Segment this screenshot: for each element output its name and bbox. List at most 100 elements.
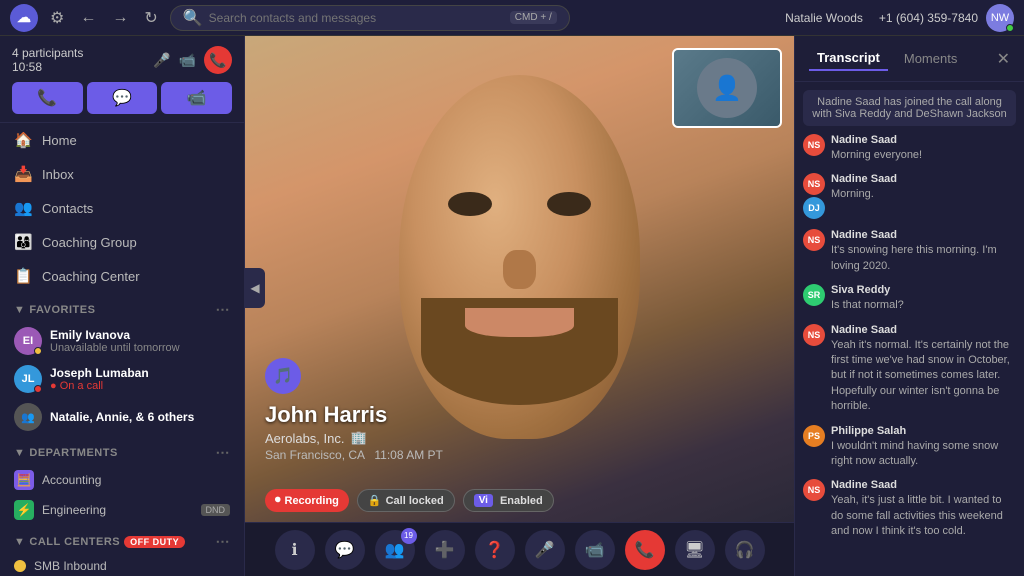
tab-moments[interactable]: Moments <box>896 47 965 70</box>
camera-button[interactable]: 📹 <box>575 530 615 570</box>
nav-contacts-label: Contacts <box>42 201 93 216</box>
participants-badge: 19 <box>401 528 417 544</box>
contacts-icon: 👥 <box>14 199 32 217</box>
msg-content-2: Nadine Saad Morning. <box>831 173 1016 202</box>
avatar[interactable]: NW <box>986 4 1014 32</box>
headset-button[interactable]: 🎧 <box>725 530 765 570</box>
favorite-group[interactable]: 👥 Natalie, Annie, & 6 others <box>0 398 244 436</box>
sidebar-item-home[interactable]: 🏠 Home <box>0 123 244 157</box>
msg-name-3: Nadine Saad <box>831 229 1016 241</box>
sidebar-item-inbox[interactable]: 📥 Inbox <box>0 157 244 191</box>
vi-badge: Vi <box>474 494 493 507</box>
chat-button[interactable]: 💬 <box>325 530 365 570</box>
callcenters-triangle: ▼ <box>14 536 25 548</box>
group-avatar: 👥 <box>14 403 42 431</box>
video-area: 👤 🎵 John Harris Aerolabs, Inc. 🏢 San Fra… <box>245 36 794 576</box>
favorite-joseph[interactable]: JL Joseph Lumaban ● On a call <box>0 360 244 398</box>
user-phone: +1 (604) 359-7840 <box>879 11 978 25</box>
msg-name-6: Philippe Salah <box>831 425 1016 437</box>
video-button[interactable]: 📹 <box>161 82 232 114</box>
close-transcript-button[interactable]: ✕ <box>997 49 1010 69</box>
sidebar-item-coaching-group[interactable]: 👨‍👩‍👦 Coaching Group <box>0 225 244 259</box>
msg-avatar-2b: DJ <box>803 197 825 219</box>
call-timer: 10:58 <box>12 60 83 74</box>
transcript-message-2: NS DJ Nadine Saad Morning. <box>803 173 1016 219</box>
transcript-message-1: NS Nadine Saad Morning everyone! <box>803 134 1016 163</box>
joseph-status-dot <box>34 385 42 393</box>
msg-content-6: Philippe Salah I wouldn't mind having so… <box>831 425 1016 470</box>
call-locked-pill[interactable]: 🔒 Call locked <box>357 489 455 512</box>
msg-avatar-group-2: NS DJ <box>803 173 825 219</box>
msg-text-1: Morning everyone! <box>831 148 1016 163</box>
transcript-message-4: SR Siva Reddy Is that normal? <box>803 284 1016 313</box>
callcenters-section-header: ▼ Call Centers OFF DUTY ⋯ <box>0 525 244 554</box>
screenshare-button[interactable]: 🖥 <box>675 530 715 570</box>
sidebar-item-contacts[interactable]: 👥 Contacts <box>0 191 244 225</box>
cc-smb[interactable]: SMB Inbound <box>0 554 244 576</box>
app-logo: ☁ <box>10 4 38 32</box>
help-button[interactable]: ❓ <box>475 530 515 570</box>
recording-pill[interactable]: ⏺ Recording <box>265 489 349 512</box>
search-input[interactable] <box>209 11 504 25</box>
msg-avatar-3: NS <box>803 229 825 251</box>
participants-count: 4 participants <box>12 46 83 60</box>
right-eye <box>547 192 591 216</box>
thumbnail-bg: 👤 <box>674 50 780 126</box>
collapse-sidebar-button[interactable]: ◀ <box>245 268 265 308</box>
thumbnail-video: 👤 <box>672 48 782 128</box>
dept-accounting[interactable]: 🧮 Accounting <box>0 465 244 495</box>
forward-icon[interactable]: → <box>108 5 132 31</box>
tab-transcript[interactable]: Transcript <box>809 46 888 71</box>
settings-icon[interactable]: ⚙ <box>46 4 68 32</box>
message-button[interactable]: 💬 <box>87 82 158 114</box>
departments-title: Departments <box>29 447 117 459</box>
group-info: Natalie, Annie, & 6 others <box>50 410 230 424</box>
mute-icon[interactable]: 🎤 <box>153 52 170 69</box>
smb-label: SMB Inbound <box>34 559 230 573</box>
favorites-menu-icon[interactable]: ⋯ <box>216 301 231 318</box>
call-controls: 🎤 📹 📞 <box>153 46 232 74</box>
sidebar-item-coaching-center[interactable]: 📋 Coaching Center <box>0 259 244 293</box>
video-icon[interactable]: 📹 <box>179 52 196 69</box>
add-person-button[interactable]: ➕ <box>425 530 465 570</box>
departments-section-header: ▼ Departments ⋯ <box>0 436 244 465</box>
nav-inbox-label: Inbox <box>42 167 74 182</box>
joseph-status: ● On a call <box>50 380 230 392</box>
inbox-icon: 📥 <box>14 165 32 183</box>
caller-name: John Harris <box>265 402 443 428</box>
callcenters-menu-icon[interactable]: ⋯ <box>216 533 231 550</box>
dept-engineering[interactable]: ⚡ Engineering DND <box>0 495 244 525</box>
transcript-message-3: NS Nadine Saad It's snowing here this mo… <box>803 229 1016 274</box>
joseph-name: Joseph Lumaban <box>50 366 230 380</box>
msg-text-4: Is that normal? <box>831 298 1016 313</box>
msg-content-7: Nadine Saad Yeah, it's just a little bit… <box>831 479 1016 539</box>
msg-avatar-2a: NS <box>803 173 825 195</box>
departments-menu-icon[interactable]: ⋯ <box>216 444 231 461</box>
info-button[interactable]: ℹ <box>275 530 315 570</box>
search-bar[interactable]: 🔍 CMD + / <box>170 5 570 31</box>
locked-label: Call locked <box>386 495 444 507</box>
engineering-dnd-badge: DND <box>201 504 231 516</box>
end-call-button[interactable]: 📞 <box>204 46 232 74</box>
top-bar: ☁ ⚙ ← → ↻ 🔍 CMD + / Natalie Woods +1 (60… <box>0 0 1024 36</box>
transcript-message-7: NS Nadine Saad Yeah, it's just a little … <box>803 479 1016 539</box>
mic-button[interactable]: 🎤 <box>525 530 565 570</box>
participants-button[interactable]: 👥 19 <box>375 530 415 570</box>
favorite-emily[interactable]: EI Emily Ivanova Unavailable until tomor… <box>0 322 244 360</box>
back-icon[interactable]: ← <box>76 5 100 31</box>
msg-text-7: Yeah, it's just a little bit. I wanted t… <box>831 493 1016 539</box>
caller-company: Aerolabs, Inc. 🏢 <box>265 430 443 446</box>
sidebar: 4 participants 10:58 🎤 📹 📞 📞 💬 📹 🏠 Home <box>0 36 245 576</box>
recording-label: Recording <box>285 495 339 507</box>
search-icon: 🔍 <box>183 8 203 28</box>
end-call-toolbar-button[interactable]: 📞 <box>625 530 665 570</box>
vi-enabled-pill[interactable]: Vi Enabled <box>463 489 554 512</box>
refresh-icon[interactable]: ↻ <box>140 4 161 32</box>
enabled-label: Enabled <box>500 495 543 507</box>
call-header: 4 participants 10:58 🎤 📹 📞 📞 💬 📹 <box>0 36 244 123</box>
user-info: Natalie Woods +1 (604) 359-7840 NW <box>785 4 1014 32</box>
phone-button[interactable]: 📞 <box>12 82 83 114</box>
emily-name: Emily Ivanova <box>50 328 230 342</box>
favorites-triangle: ▼ <box>14 304 25 316</box>
coaching-center-icon: 📋 <box>14 267 32 285</box>
